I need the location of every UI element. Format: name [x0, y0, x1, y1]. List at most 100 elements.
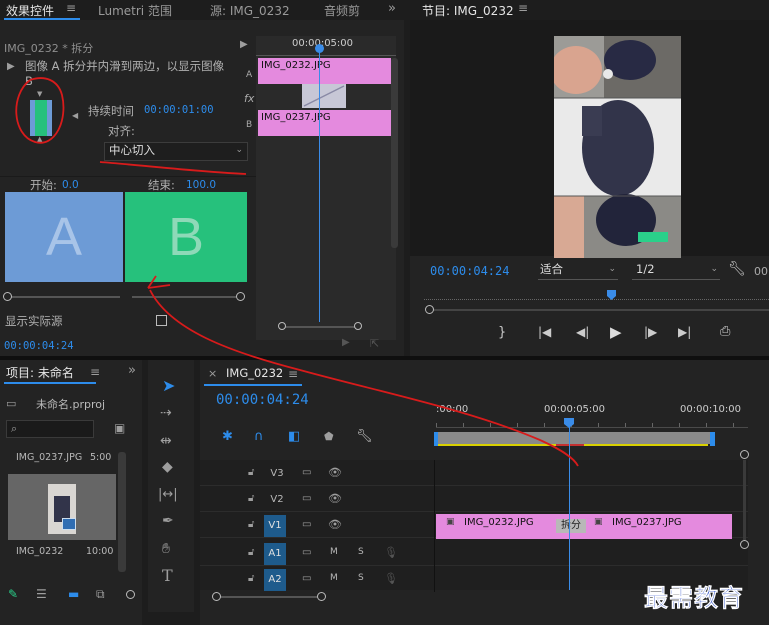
- start-slider-track[interactable]: [10, 296, 120, 298]
- mini-transition-block[interactable]: [302, 84, 346, 108]
- start-slider-handle[interactable]: [3, 292, 12, 301]
- program-zoom-handle[interactable]: [425, 305, 434, 314]
- eye-icon[interactable]: 👁︎: [328, 519, 342, 530]
- track-label-v2[interactable]: V2: [266, 489, 288, 511]
- lock-icon[interactable]: 🔓︎: [248, 548, 254, 558]
- timeline-settings-icon[interactable]: 🔧︎: [356, 430, 373, 443]
- add-marker-icon[interactable]: ◧: [288, 430, 300, 443]
- mini-zoom-right-handle[interactable]: [354, 322, 362, 330]
- program-monitor-title[interactable]: 节目: IMG_0232: [422, 2, 514, 19]
- play-audio-icon[interactable]: ▶: [342, 338, 350, 348]
- mini-zoom-left-handle[interactable]: [278, 322, 286, 330]
- lock-icon[interactable]: 🔓︎: [248, 494, 254, 504]
- track-label-v3[interactable]: V3: [266, 463, 288, 485]
- timeline-vscroll-track[interactable]: [743, 460, 746, 540]
- mini-timeline-scrollbar[interactable]: [391, 58, 398, 248]
- mini-zoom-track[interactable]: [284, 326, 356, 328]
- microphone-icon[interactable]: 🎙︎: [384, 573, 398, 584]
- quality-dropdown[interactable]: 1/2 ⌄: [632, 262, 720, 280]
- expand-right-icon[interactable]: ▶: [240, 40, 248, 50]
- project-item-row[interactable]: IMG_0232 10:00: [6, 544, 118, 562]
- tab-lumetri-scopes[interactable]: Lumetri 范围: [98, 2, 172, 19]
- timeline-vscroll-handle[interactable]: [740, 450, 749, 459]
- sequence-tab[interactable]: IMG_0232: [226, 366, 283, 380]
- lock-icon[interactable]: 🔓︎: [248, 468, 254, 478]
- list-view-icon[interactable]: ☰: [36, 588, 47, 600]
- mini-playhead-handle[interactable]: [315, 44, 324, 53]
- effect-controls-timecode[interactable]: 00:00:04:24: [4, 340, 74, 352]
- tab-audio[interactable]: 音频剪: [324, 2, 360, 19]
- track-label-a2[interactable]: A2: [264, 569, 286, 591]
- fit-dropdown[interactable]: 适合 ⌄: [538, 262, 618, 280]
- sync-lock-icon[interactable]: ▭: [302, 520, 311, 530]
- close-icon[interactable]: ×: [208, 368, 217, 379]
- step-back-icon[interactable]: ◀|: [576, 326, 589, 338]
- panel-menu-icon[interactable]: ≡: [90, 366, 100, 378]
- sync-lock-icon[interactable]: ▭: [302, 548, 311, 558]
- tab-effect-controls[interactable]: 效果控件: [6, 2, 54, 19]
- type-tool-icon[interactable]: T: [162, 568, 173, 584]
- program-zoom-track[interactable]: [430, 309, 769, 311]
- snap-icon[interactable]: ✱: [222, 430, 233, 443]
- eye-icon[interactable]: 👁︎: [328, 467, 342, 478]
- sync-lock-icon[interactable]: ▭: [302, 468, 311, 478]
- step-forward-icon[interactable]: |▶: [644, 326, 657, 338]
- timeline-clip-2[interactable]: ▣ IMG_0237.JPG: [586, 514, 732, 539]
- direction-arrow-icon[interactable]: ◀: [72, 112, 78, 120]
- wrench-icon[interactable]: 🔧︎: [728, 262, 746, 276]
- microphone-icon[interactable]: 🎙︎: [384, 547, 398, 558]
- project-search-input[interactable]: ⌕: [6, 420, 94, 438]
- program-timecode[interactable]: 00:00:04:24: [430, 264, 509, 278]
- freeform-view-icon[interactable]: ⧉: [96, 588, 105, 600]
- project-scrollbar[interactable]: [118, 452, 126, 572]
- eye-icon[interactable]: 👁︎: [328, 493, 342, 504]
- solo-button[interactable]: S: [358, 573, 364, 583]
- panel-menu-icon[interactable]: ≡: [66, 2, 76, 14]
- ripple-edit-tool-icon[interactable]: ⇹: [160, 434, 172, 448]
- more-tabs-icon[interactable]: »: [388, 2, 396, 15]
- play-icon[interactable]: ▶: [610, 325, 622, 340]
- show-actual-source-checkbox[interactable]: [156, 315, 167, 326]
- pen-tool-icon[interactable]: ✒: [162, 514, 174, 528]
- transition-clip[interactable]: 拆分: [556, 519, 586, 533]
- export-frame-icon[interactable]: ⎙: [720, 325, 730, 338]
- linked-selection-icon[interactable]: ∩: [254, 430, 264, 443]
- solo-button[interactable]: S: [358, 547, 364, 557]
- timeline-hscroll-left-handle[interactable]: [212, 592, 221, 601]
- tab-source[interactable]: 源: IMG_0232: [210, 2, 290, 19]
- export-icon[interactable]: ⇱: [370, 338, 379, 349]
- go-to-in-icon[interactable]: |◀: [538, 326, 551, 338]
- sync-lock-icon[interactable]: ▭: [302, 494, 311, 504]
- end-value[interactable]: 100.0: [186, 179, 216, 191]
- panel-menu-icon[interactable]: ≡: [518, 2, 528, 14]
- go-to-out-icon[interactable]: ▶|: [678, 326, 691, 338]
- timeline-vscroll-handle-bottom[interactable]: [740, 540, 749, 549]
- play-transition-icon[interactable]: ▶: [7, 62, 15, 72]
- zoom-slider-handle[interactable]: [126, 590, 135, 599]
- project-thumbnail[interactable]: [8, 474, 116, 540]
- marker-icon[interactable]: ⬟: [324, 431, 334, 442]
- pencil-icon[interactable]: ✎: [8, 588, 18, 600]
- slip-tool-icon[interactable]: |↔|: [158, 488, 178, 501]
- mini-clip-a[interactable]: IMG_0232.JPG: [258, 58, 391, 84]
- project-item-row[interactable]: IMG_0237.JPG 5:00: [6, 450, 118, 468]
- hand-tool-icon[interactable]: ✋︎: [162, 542, 170, 556]
- align-dropdown[interactable]: 中心切入 ⌄: [104, 142, 248, 161]
- work-area-left-handle[interactable]: [434, 432, 438, 446]
- mark-out-icon[interactable]: }: [498, 326, 506, 339]
- duration-value[interactable]: 00:00:01:00: [144, 104, 214, 116]
- icon-view-icon[interactable]: ▬: [68, 588, 79, 600]
- work-area-bar[interactable]: [436, 432, 712, 444]
- track-select-tool-icon[interactable]: ⇢: [160, 406, 172, 420]
- mute-button[interactable]: M: [330, 547, 338, 557]
- lock-icon[interactable]: 🔓︎: [248, 520, 254, 530]
- mini-clip-b[interactable]: IMG_0237.JPG: [258, 110, 391, 136]
- end-slider-track[interactable]: [132, 296, 236, 298]
- sync-lock-icon[interactable]: ▭: [302, 574, 311, 584]
- end-slider-handle[interactable]: [236, 292, 245, 301]
- more-tabs-icon[interactable]: »: [128, 364, 136, 377]
- mute-button[interactable]: M: [330, 573, 338, 583]
- track-label-a1[interactable]: A1: [264, 543, 286, 565]
- razor-tool-icon[interactable]: ◆: [162, 460, 173, 474]
- timeline-timecode[interactable]: 00:00:04:24: [216, 392, 309, 408]
